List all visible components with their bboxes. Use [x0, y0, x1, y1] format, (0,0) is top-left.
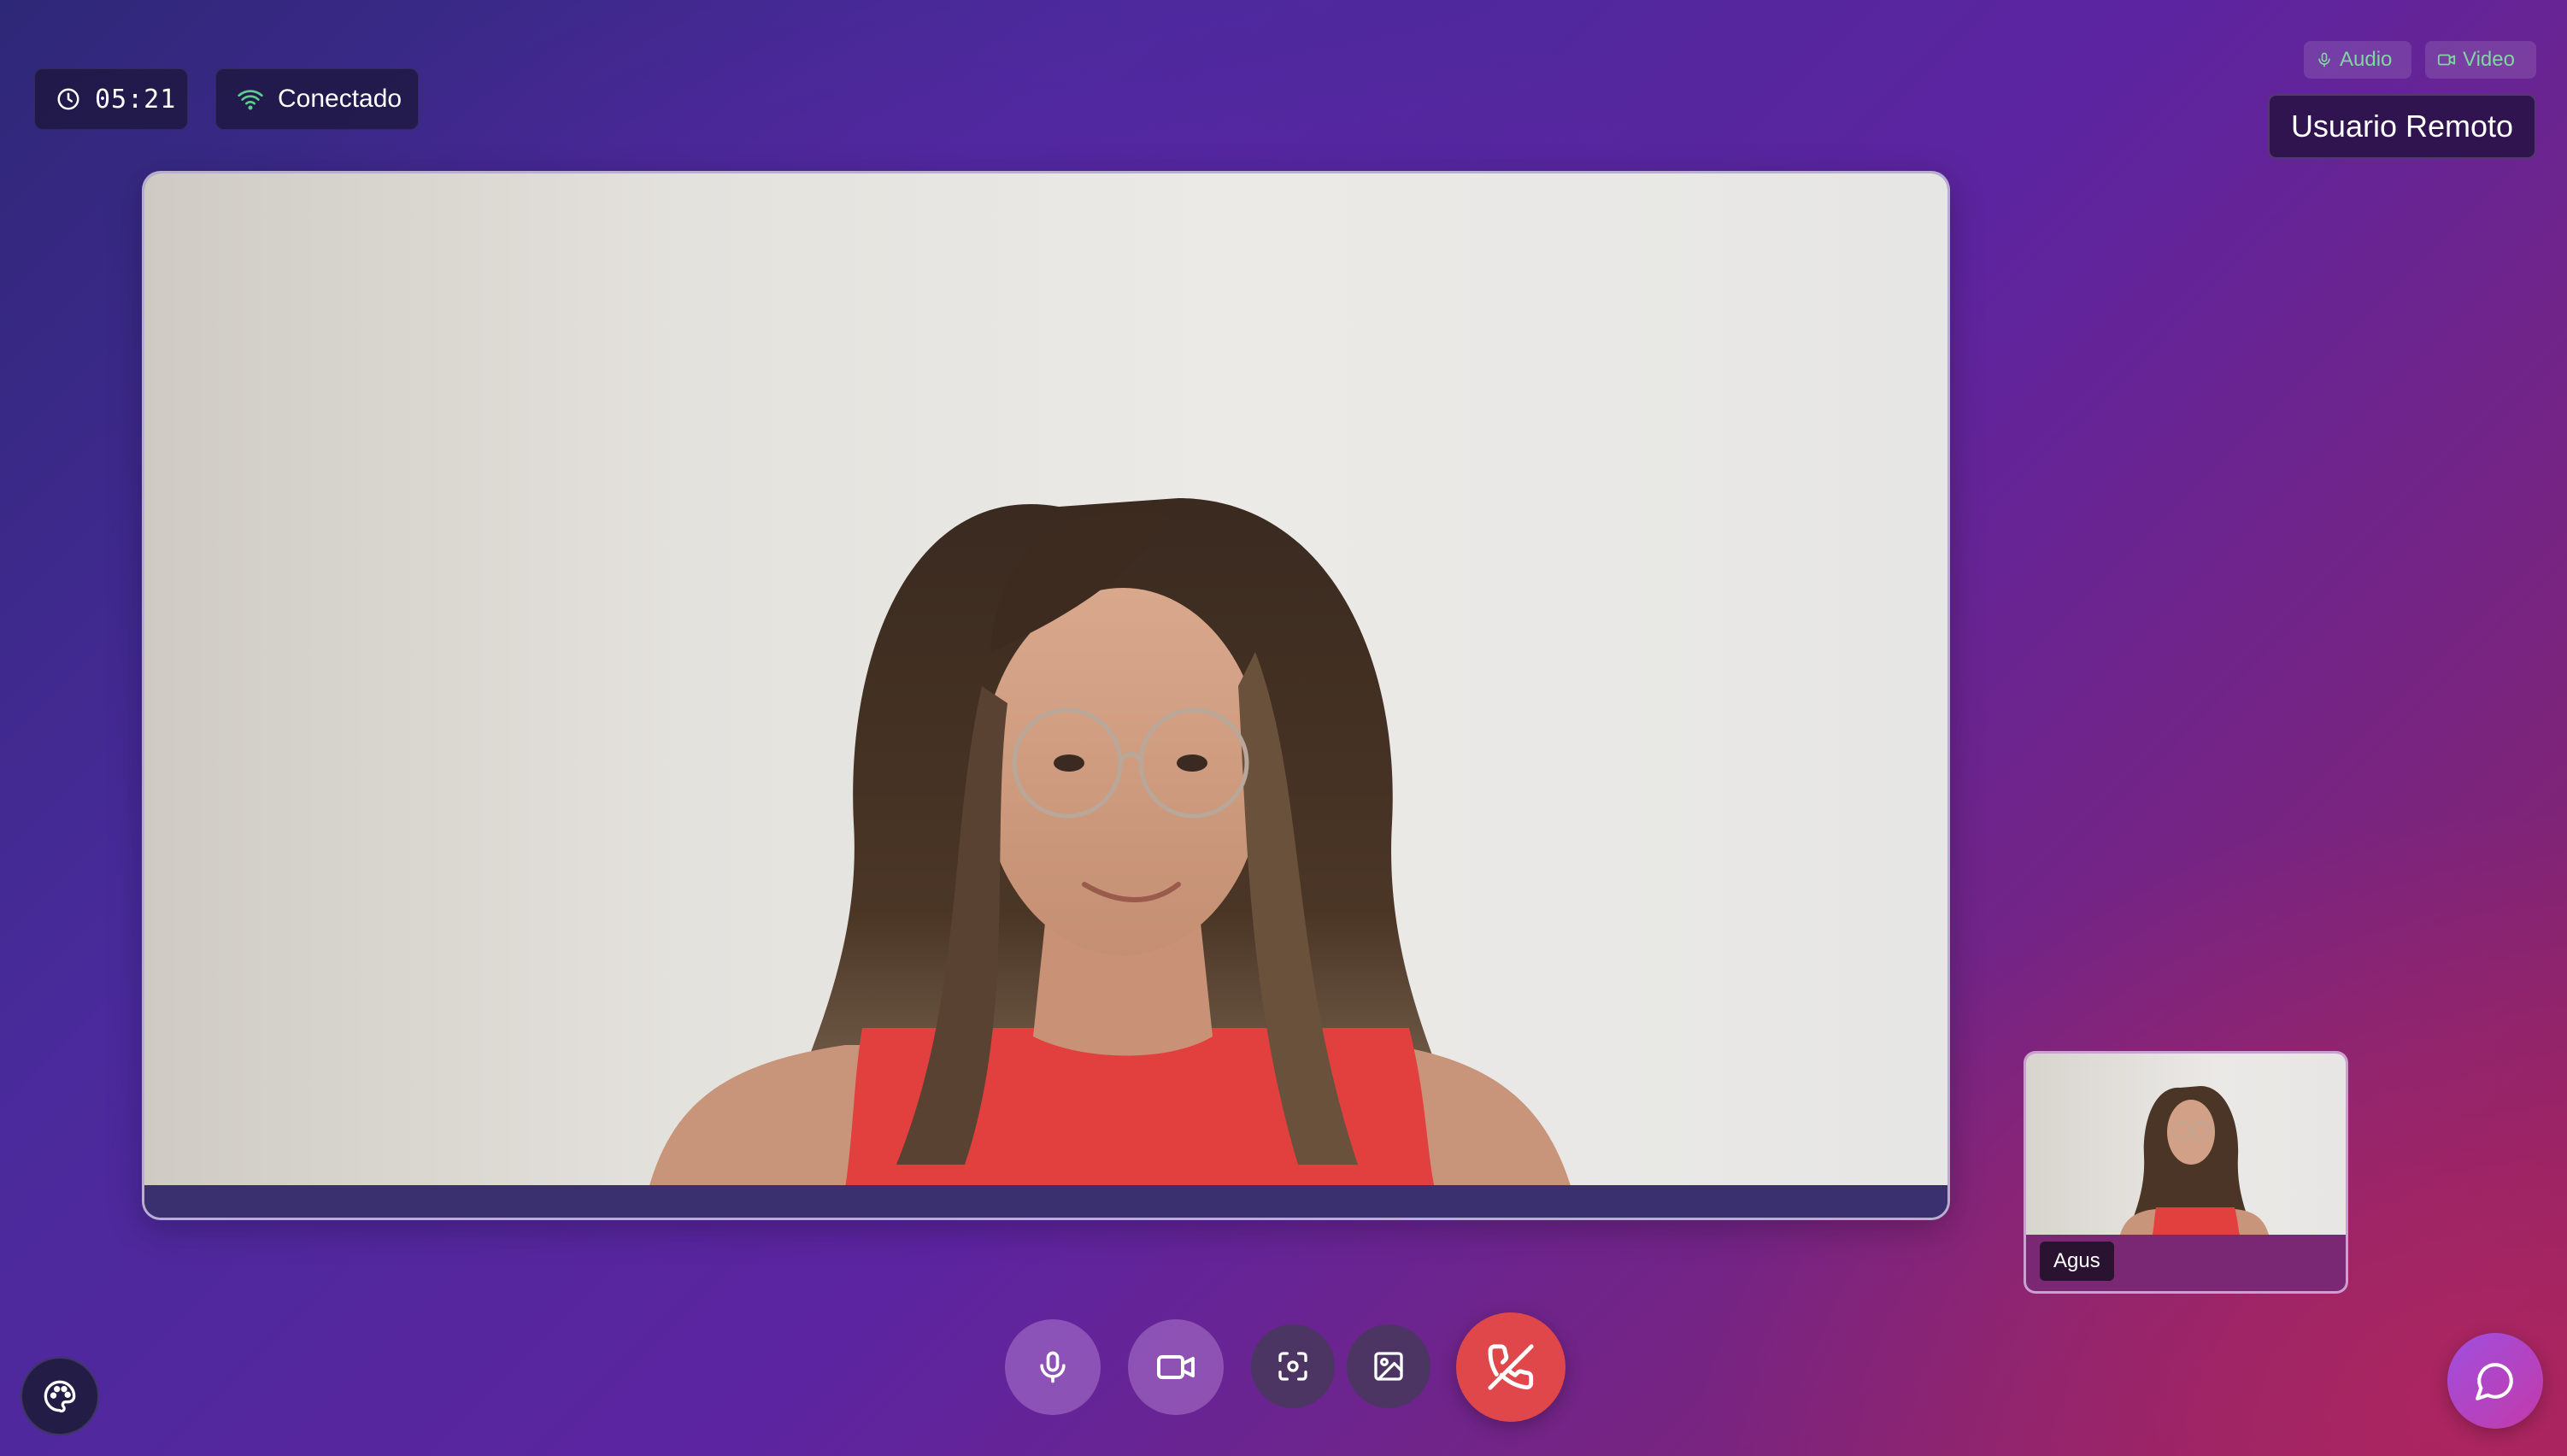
local-video-frame: [2026, 1054, 2346, 1235]
palette-icon: [43, 1379, 77, 1413]
chat-button[interactable]: [2447, 1333, 2543, 1429]
remote-video-frame: [144, 173, 1947, 1189]
theme-button[interactable]: [21, 1357, 99, 1435]
remote-user-label: Usuario Remoto: [2268, 94, 2536, 159]
phone-off-icon: [1486, 1342, 1536, 1392]
video-camera-icon: [2437, 50, 2456, 69]
background-image-button[interactable]: [1347, 1324, 1430, 1408]
audio-badge-label: Audio: [2340, 48, 2393, 71]
microphone-icon: [2316, 51, 2333, 68]
local-video[interactable]: Agus: [2024, 1051, 2348, 1294]
connection-status: Conectado: [215, 68, 419, 130]
hang-up-button[interactable]: [1456, 1312, 1565, 1422]
video-badge-label: Video: [2463, 48, 2515, 71]
call-timer: 05:21: [34, 68, 188, 130]
remote-video: [142, 171, 1950, 1220]
video-badge: Video: [2425, 41, 2536, 79]
connection-status-label: Conectado: [278, 85, 402, 113]
message-icon: [2474, 1359, 2517, 1402]
remote-participant-image: [649, 498, 1571, 1189]
local-participant-image: [2120, 1086, 2269, 1235]
remote-video-footer: [144, 1185, 1947, 1218]
clock-icon: [56, 86, 81, 112]
image-icon: [1372, 1349, 1406, 1383]
wifi-icon: [237, 85, 264, 113]
local-user-label: Agus: [2040, 1242, 2114, 1281]
microphone-icon: [1034, 1348, 1072, 1386]
call-timer-value: 05:21: [95, 84, 177, 114]
screenshot-icon: [1276, 1349, 1310, 1383]
video-camera-icon: [1155, 1347, 1196, 1388]
screenshot-button[interactable]: [1251, 1324, 1335, 1408]
audio-badge: Audio: [2304, 41, 2411, 79]
camera-toggle-button[interactable]: [1128, 1319, 1224, 1415]
mute-button[interactable]: [1005, 1319, 1101, 1415]
